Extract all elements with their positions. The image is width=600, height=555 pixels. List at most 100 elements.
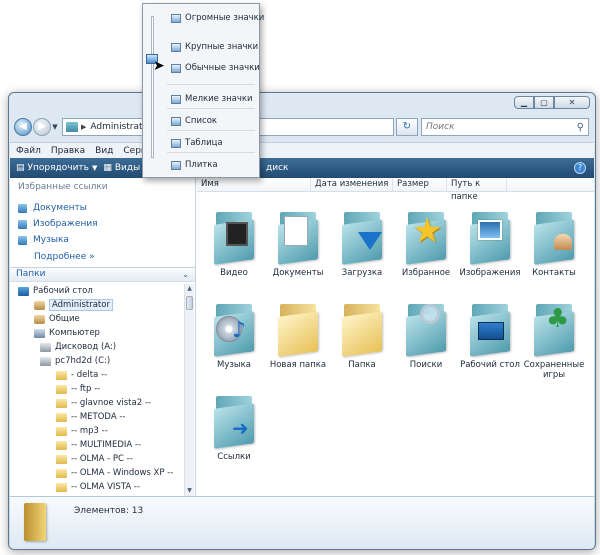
view-menu-item[interactable]: Мелкие значки [171, 94, 253, 104]
favorites-title: Избранные ссылки [18, 182, 108, 192]
computer-icon [34, 328, 45, 338]
tree-item[interactable]: Рабочий стол [10, 284, 182, 298]
folder-item[interactable]: ★ Избранное [395, 210, 457, 278]
scroll-down-icon[interactable]: ▼ [185, 486, 194, 496]
breadcrumb-separator-icon[interactable]: ▶ [81, 123, 86, 131]
refresh-button[interactable]: ↻ [396, 118, 418, 136]
minimize-button[interactable]: ▁ [514, 96, 534, 109]
folder-item-label: Загрузка [341, 268, 383, 278]
recent-pages-dropdown[interactable]: ▼ [51, 123, 59, 131]
organize-button[interactable]: ▤ Упорядочить ▼ [16, 163, 97, 173]
tree-item[interactable]: - delta -- [10, 368, 182, 382]
folder-item[interactable]: Папка [331, 302, 393, 370]
folder-item[interactable]: Контакты [523, 210, 585, 278]
menu-edit[interactable]: Правка [51, 146, 85, 156]
forward-button[interactable]: ▶ [33, 118, 51, 136]
tree-item[interactable]: -- ftp -- [10, 382, 182, 396]
help-icon[interactable]: ? [574, 162, 586, 174]
folder-icon [56, 398, 67, 408]
folder-item[interactable]: Документы [267, 210, 329, 278]
address-row: ◀ ▶ ▼ ▶ Administrator ↻ ⚲ [14, 115, 589, 139]
tree-item[interactable]: -- OLMA VISTA -- [10, 480, 182, 494]
favorite-link-label: Музыка [33, 235, 69, 245]
folder-item-label: Сохраненные игры [523, 360, 585, 380]
folder-item-label: Новая папка [269, 360, 327, 370]
file-list: Имя Дата изменения Размер Путь к папке В… [197, 178, 594, 496]
folder-icon [212, 210, 256, 265]
column-headers: Имя Дата изменения Размер Путь к папке [197, 178, 594, 202]
search-input[interactable] [426, 122, 556, 132]
folder-item[interactable]: Новая папка [267, 302, 329, 370]
screen: ▁ ▢ ✕ ◀ ▶ ▼ ▶ Administrator ↻ ⚲ Файл Пра… [0, 0, 600, 555]
tree-item-label: - delta -- [71, 370, 108, 380]
column-name[interactable]: Имя [197, 178, 311, 191]
item-count: Элементов: 13 [74, 506, 144, 516]
tree-item[interactable]: -- MULTIMEDIA -- [10, 438, 182, 452]
drive-icon [40, 342, 51, 352]
tree-item[interactable]: -- METODA -- [10, 410, 182, 424]
favorite-link[interactable]: Документы [18, 200, 98, 216]
column-size[interactable]: Размер [393, 178, 447, 191]
scroll-up-icon[interactable]: ▲ [185, 284, 194, 294]
folder-item[interactable]: Загрузка [331, 210, 393, 278]
folders-header[interactable]: Папки ⌄ [10, 267, 195, 282]
tree-item[interactable]: -- OLMA - PC -- [10, 452, 182, 466]
folder-item[interactable]: ♣ Сохраненные игры [523, 302, 585, 380]
favorites-more-label: Подробнее [34, 252, 87, 262]
favorite-link-label: Изображения [33, 219, 98, 229]
folder-item[interactable]: Изображения [459, 210, 521, 278]
menu-view[interactable]: Вид [95, 146, 113, 156]
folder-item[interactable]: Видео [203, 210, 265, 278]
close-button[interactable]: ✕ [554, 96, 590, 109]
command-bar: ▤ Упорядочить ▼ ▦ Виды диск ? [10, 158, 594, 178]
tree-item-label: pc7hd2d (C:) [55, 356, 111, 366]
folder-item-label: Избранное [401, 268, 451, 278]
menu-separator [167, 152, 255, 153]
view-menu-item-label: Мелкие значки [185, 94, 253, 104]
tree-item[interactable]: pc7hd2d (C:) [10, 354, 182, 368]
view-menu-item[interactable]: Список [171, 116, 217, 126]
burn-button-fragment[interactable]: диск [266, 163, 288, 173]
column-folder-path[interactable]: Путь к папке [447, 178, 507, 202]
tree-item[interactable]: -- glavnoe vista2 -- [10, 396, 182, 410]
tree-item-label: -- glavnoe vista2 -- [71, 398, 151, 408]
folder-icon [340, 302, 384, 357]
scroll-thumb[interactable] [186, 296, 193, 310]
favorite-link[interactable]: Музыка [18, 232, 98, 248]
favorite-link[interactable]: Изображения [18, 216, 98, 232]
folder-icon [56, 482, 67, 492]
view-size-slider-track[interactable] [151, 16, 154, 158]
view-menu-item[interactable]: Огромные значки [171, 13, 264, 23]
tree-item[interactable]: -- mp3 -- [10, 424, 182, 438]
photo-icon [478, 220, 502, 240]
tree-item-label: -- mp3 -- [71, 426, 108, 436]
tree-item[interactable]: Компьютер [10, 326, 182, 340]
menu-file[interactable]: Файл [16, 146, 41, 156]
search-icon [420, 304, 440, 324]
tree-item[interactable]: Общие [10, 312, 182, 326]
tree-item-label: Общие [49, 314, 80, 324]
search-box[interactable]: ⚲ [421, 118, 589, 136]
back-button[interactable]: ◀ [14, 118, 32, 136]
view-menu-item[interactable]: Обычные значки [171, 63, 260, 73]
search-icon[interactable]: ⚲ [577, 122, 584, 133]
folder-item[interactable]: Рабочий стол [459, 302, 521, 370]
view-menu-item[interactable]: Плитка [171, 160, 218, 170]
folder-item[interactable]: ♪ Музыка [203, 302, 265, 370]
views-button[interactable]: ▦ Виды [103, 163, 140, 173]
folder-item[interactable]: Поиски [395, 302, 457, 370]
folder-item[interactable]: ➜ Ссылки [203, 394, 265, 462]
tree-item[interactable]: -- OLMA - Windows XP -- [10, 466, 182, 480]
maximize-button[interactable]: ▢ [534, 96, 554, 109]
tree-item[interactable]: Administrator [10, 298, 182, 312]
view-menu-item[interactable]: Таблица [171, 138, 223, 148]
view-menu-item[interactable]: Крупные значки [171, 42, 258, 52]
tree-item-label: -- MULTIMEDIA -- [71, 440, 142, 450]
favorites-more-link[interactable]: Подробнее » [34, 252, 95, 262]
view-menu-item-label: Плитка [185, 160, 218, 170]
column-date-modified[interactable]: Дата изменения [311, 178, 393, 191]
tree-item[interactable]: Дисковод (A:) [10, 340, 182, 354]
tree-scrollbar[interactable]: ▲ ▼ [184, 284, 194, 496]
desktop-icon [18, 286, 29, 296]
folder-item-label: Контакты [532, 268, 576, 278]
